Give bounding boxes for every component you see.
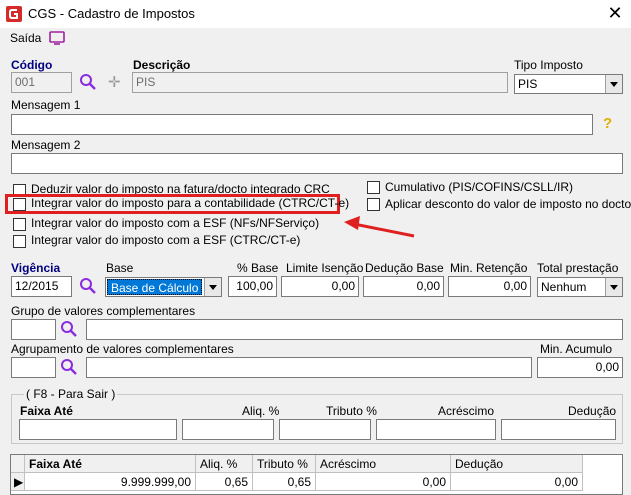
monitor-icon[interactable] (49, 31, 65, 45)
grid-cell[interactable]: 0,00 (316, 473, 451, 491)
total-prestacao-select[interactable]: Nenhum (537, 277, 623, 297)
vigencia-label: Vigência (11, 261, 61, 275)
limite-isencao-input[interactable]: 0,00 (281, 276, 359, 297)
grupo-valores-label: Grupo de valores complementares (11, 304, 196, 318)
grupo-valores-desc-input[interactable] (86, 319, 623, 340)
search-icon[interactable] (60, 320, 78, 338)
acrescimo-label: Acréscimo (438, 404, 495, 418)
mensagem1-input[interactable] (11, 114, 593, 135)
mensagem2-label: Mensagem 2 (11, 138, 81, 152)
descricao-input[interactable]: PIS (132, 72, 508, 93)
grid-cell[interactable]: 9.999.999,00 (25, 473, 196, 491)
acrescimo-input[interactable] (376, 419, 496, 440)
cumulativo-label: Cumulativo (PIS/COFINS/CSLL/IR) (385, 180, 574, 194)
search-icon[interactable] (60, 358, 78, 376)
aplicar-desconto-label: Aplicar desconto do valor de imposto no … (385, 197, 631, 211)
agrupamento-desc-input[interactable] (86, 357, 532, 378)
agrupamento-label: Agrupamento de valores complementares (11, 342, 234, 356)
window-title: CGS - Cadastro de Impostos (28, 6, 195, 21)
tipo-imposto-select[interactable]: PIS (514, 74, 623, 94)
grid-header-faixa[interactable]: Faixa Até (25, 455, 196, 473)
faixa-ate-label: Faixa Até (20, 404, 73, 418)
deducao-label: Dedução (568, 404, 617, 418)
faixa-group-title: ( F8 - Para Sair ) (24, 387, 118, 401)
integrar-contab-checkbox[interactable] (13, 198, 26, 211)
grid-cell[interactable]: 0,00 (451, 473, 583, 491)
grupo-valores-code-input[interactable] (11, 319, 56, 340)
min-acumulo-input[interactable]: 0,00 (537, 357, 623, 378)
base-label: Base (106, 261, 134, 275)
close-button[interactable]: ✕ (605, 3, 625, 24)
app-logo-icon (6, 6, 22, 22)
base-select[interactable]: Base de Cálculo (105, 277, 222, 297)
chevron-down-icon[interactable] (605, 75, 622, 93)
integrar-esf-nf-label: Integrar valor do imposto com a ESF (NFs… (31, 216, 320, 230)
integrar-esf-ctrc-label: Integrar valor do imposto com a ESF (CTR… (31, 233, 301, 247)
add-icon[interactable]: ✛ (108, 73, 121, 91)
pct-base-input[interactable]: 100,00 (228, 276, 277, 297)
vigencia-input[interactable]: 12/2015 (11, 276, 72, 297)
grid-header-acrescimo[interactable]: Acréscimo (316, 455, 451, 473)
integrar-contab-label: Integrar valor do imposto para a contabi… (31, 196, 350, 210)
limite-isencao-label: Limite Isenção (286, 261, 364, 275)
row-indicator-icon: ▶ (11, 473, 25, 491)
deducao-base-label: Dedução Base (365, 261, 444, 275)
mensagem1-label: Mensagem 1 (11, 98, 81, 112)
grid-header-tributo[interactable]: Tributo % (253, 455, 316, 473)
tributo-label: Tributo % (326, 404, 377, 418)
faixa-ate-input[interactable] (19, 419, 177, 440)
search-icon[interactable] (79, 73, 97, 91)
aliq-label: Aliq. % (242, 404, 280, 418)
descricao-label: Descrição (133, 58, 191, 72)
min-retencao-input[interactable]: 0,00 (448, 276, 531, 297)
faixa-grid[interactable]: Faixa Até Aliq. % Tributo % Acréscimo De… (10, 454, 623, 495)
search-icon[interactable] (79, 277, 97, 295)
mensagem2-input[interactable] (11, 153, 623, 174)
total-prestacao-value: Nenhum (541, 280, 587, 294)
grid-cell[interactable]: 0,65 (196, 473, 253, 491)
grid-indicator-header (11, 455, 25, 473)
total-prestacao-label: Total prestação (537, 261, 619, 275)
chevron-down-icon[interactable] (605, 278, 622, 296)
aliq-input[interactable] (182, 419, 274, 440)
tipo-imposto-label: Tipo Imposto (514, 58, 583, 72)
integrar-esf-ctrc-checkbox[interactable] (13, 235, 26, 248)
grid-header-aliq[interactable]: Aliq. % (196, 455, 253, 473)
agrupamento-code-input[interactable] (11, 357, 56, 378)
deducao-input[interactable] (501, 419, 616, 440)
grid-cell[interactable]: 0,65 (253, 473, 316, 491)
menu-saida[interactable]: Saída (10, 31, 41, 45)
integrar-esf-nf-checkbox[interactable] (13, 218, 26, 231)
help-icon[interactable]: ? (603, 115, 612, 132)
codigo-label: Código (11, 58, 53, 72)
cumulativo-checkbox[interactable] (367, 181, 380, 194)
grid-header-deducao[interactable]: Dedução (451, 455, 583, 473)
min-acumulo-label: Min. Acumulo (540, 342, 613, 356)
base-value: Base de Cálculo (107, 279, 203, 295)
annotation-arrow-icon (344, 216, 415, 238)
codigo-input[interactable]: 001 (11, 72, 72, 93)
tipo-imposto-value: PIS (518, 77, 538, 91)
min-retencao-label: Min. Retenção (450, 261, 528, 275)
pct-base-label: % Base (237, 261, 279, 275)
tributo-input[interactable] (279, 419, 371, 440)
deducao-base-input[interactable]: 0,00 (363, 276, 444, 297)
chevron-down-icon[interactable] (204, 278, 221, 296)
